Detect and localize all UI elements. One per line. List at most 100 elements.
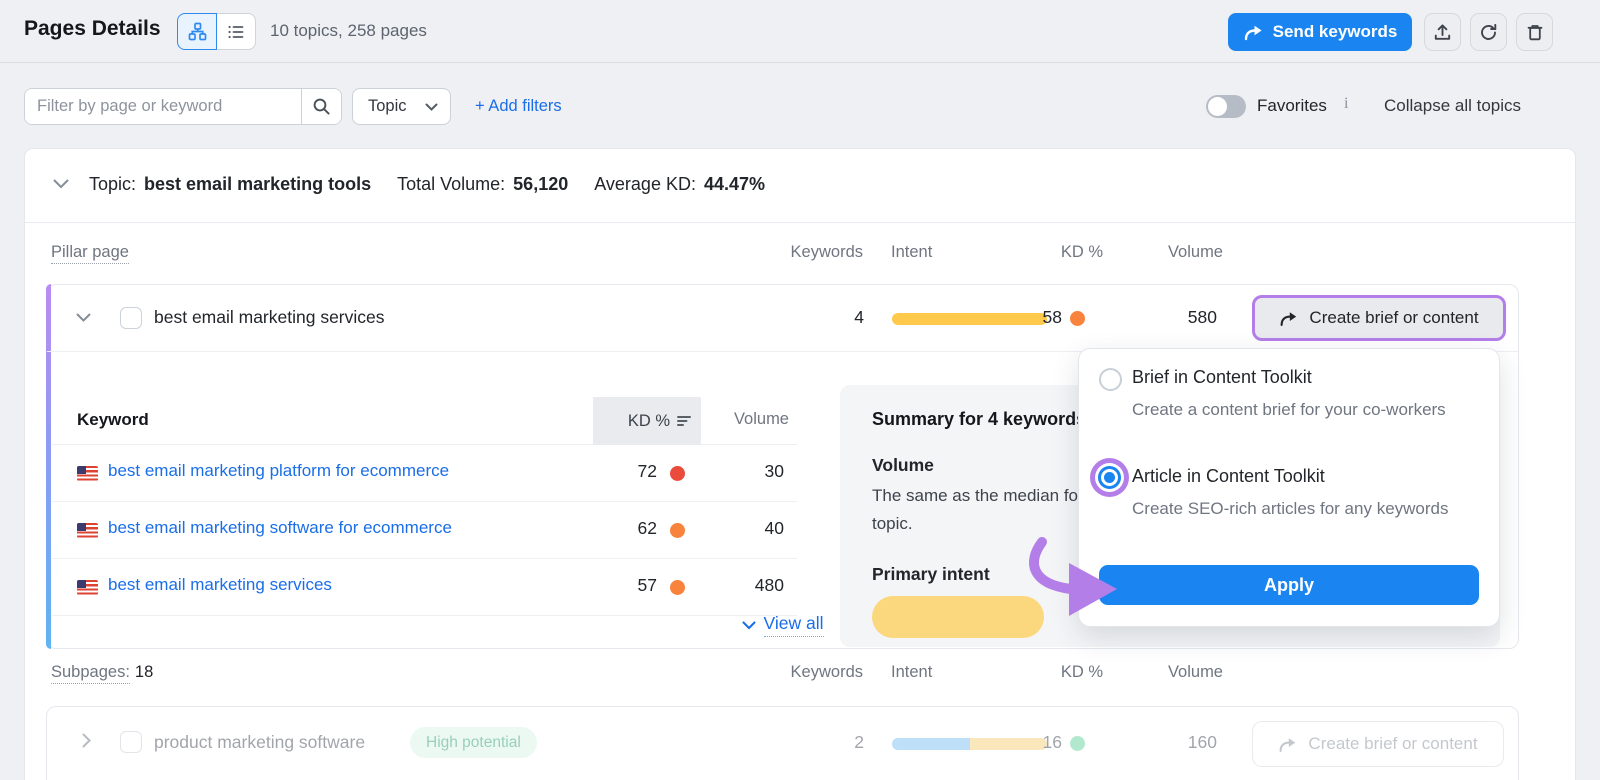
top-bar: Pages Details [0,0,1600,63]
topic-filter-dropdown[interactable]: Topic [352,88,451,125]
topic-filter-label: Topic [368,97,407,116]
delete-button[interactable] [1516,13,1553,51]
trash-icon [1526,23,1544,42]
subpage-title: product marketing software [154,732,365,753]
column-header-volume[interactable]: Volume [1123,243,1223,262]
column-header-keywords: Keywords [715,663,863,682]
collapse-all-topics-link[interactable]: Collapse all topics [1384,96,1521,116]
kd-difficulty-dot [1070,311,1085,326]
search-button[interactable] [301,89,341,124]
list-icon [227,23,245,41]
kd-sort-header[interactable]: KD % [593,397,701,445]
add-filters-link[interactable]: + Add filters [475,97,562,116]
topics-pages-count: 10 topics, 258 pages [270,21,427,41]
create-brief-label: Create brief or content [1309,308,1478,328]
pillar-page-row[interactable]: best email marketing services 4 58 580 C… [47,285,1518,352]
sitemap-icon [188,22,207,41]
keyword-row[interactable]: best email marketing services 57 480 [52,559,797,616]
article-option-radio-highlight[interactable] [1090,458,1129,497]
create-content-popup: Brief in Content Toolkit Create a conten… [1078,348,1500,627]
subpage-row-checkbox[interactable] [120,731,142,753]
refresh-button[interactable] [1470,13,1507,51]
total-volume-value: 56,120 [513,174,568,195]
export-button[interactable] [1424,13,1461,51]
kd-difficulty-dot [1070,736,1085,751]
kd-difficulty-dot [670,580,685,595]
chevron-down-icon [742,621,756,630]
pillar-volume-value: 580 [1117,307,1217,328]
pillar-row-checkbox[interactable] [120,307,142,329]
row-expand-chevron-icon[interactable] [82,733,91,748]
tree-view-button[interactable] [177,13,217,50]
info-icon[interactable]: i [1344,95,1348,113]
radio-dot [1104,472,1115,483]
summary-primary-intent-heading: Primary intent [872,564,990,585]
us-flag-icon [77,580,98,595]
page-title: Pages Details [24,17,161,41]
subpages-count: 18 [135,663,153,681]
chevron-down-icon [425,103,438,111]
send-arrow-icon [1243,24,1264,41]
column-header-pillar-page[interactable]: Pillar page [51,243,129,262]
topic-summary-line: Topic: best email marketing tools Total … [89,174,765,195]
keyword-volume-value: 40 [684,518,784,539]
favorites-toggle[interactable] [1206,95,1246,118]
us-flag-icon [77,523,98,538]
subpages-label[interactable]: Subpages: [51,663,130,684]
upload-icon [1433,23,1452,42]
create-brief-label: Create brief or content [1308,734,1477,754]
subpage-volume-value: 160 [1117,732,1217,753]
create-brief-or-content-button[interactable]: Create brief or content [1252,295,1506,341]
keyword-link[interactable]: best email marketing services [108,575,332,595]
pages-details-screen: Pages Details [0,0,1600,780]
average-kd-value: 44.47% [704,174,765,195]
column-header-keywords[interactable]: Keywords [715,243,863,262]
brief-option-label[interactable]: Brief in Content Toolkit [1132,367,1312,388]
filter-search-input[interactable] [25,89,301,124]
summary-volume-text: The same as the median for [872,486,1084,506]
pillar-kd-value: 58 [962,307,1062,328]
summary-volume-text: topic. [872,514,913,534]
apply-button[interactable]: Apply [1099,565,1479,605]
topic-header-row[interactable]: Topic: best email marketing tools Total … [25,149,1575,223]
subpage-row-card[interactable]: product marketing software High potentia… [46,706,1519,780]
keyword-volume-value: 480 [684,575,784,596]
keyword-volume-value: 30 [684,461,784,482]
subpage-keywords-count: 2 [764,732,864,753]
radio-outer-ring [1095,463,1124,492]
keyword-link[interactable]: best email marketing platform for ecomme… [108,461,449,481]
column-header-kd[interactable]: KD % [1013,243,1103,262]
keyword-kd-value: 62 [557,518,657,539]
brief-option-radio[interactable] [1099,368,1122,391]
kd-difficulty-dot [670,523,685,538]
search-icon [312,97,331,116]
topic-collapse-chevron-icon[interactable] [53,179,69,189]
column-header-intent: Intent [891,663,932,682]
intent-segment-informational [892,738,970,750]
average-kd-label: Average KD: [594,174,696,195]
redo-arrow-icon [1278,736,1298,753]
article-option-label[interactable]: Article in Content Toolkit [1132,466,1325,487]
keyword-table-header: Keyword KD % Volume [52,397,797,445]
view-all-label: View all [764,613,824,637]
summary-title: Summary for 4 keywords [872,409,1086,430]
column-header-intent[interactable]: Intent [891,243,932,262]
keyword-row[interactable]: best email marketing platform for ecomme… [52,445,797,502]
row-collapse-chevron-icon[interactable] [76,313,91,322]
keyword-kd-value: 57 [557,575,657,596]
us-flag-icon [77,466,98,481]
create-brief-or-content-button[interactable]: Create brief or content [1252,721,1504,767]
brief-option-description: Create a content brief for your co-worke… [1132,397,1480,423]
list-view-button[interactable] [216,13,256,50]
volume-column-header: Volume [689,410,789,429]
send-keywords-label: Send keywords [1273,22,1398,42]
summary-volume-heading: Volume [872,455,934,476]
refresh-icon [1479,23,1498,42]
keyword-column-header: Keyword [77,410,149,430]
keyword-link[interactable]: best email marketing software for ecomme… [108,518,452,538]
favorites-label: Favorites [1257,96,1327,116]
keyword-row[interactable]: best email marketing software for ecomme… [52,502,797,559]
send-keywords-button[interactable]: Send keywords [1228,13,1412,51]
subpages-heading: Subpages: 18 [51,663,153,682]
pillar-keywords-count: 4 [764,307,864,328]
